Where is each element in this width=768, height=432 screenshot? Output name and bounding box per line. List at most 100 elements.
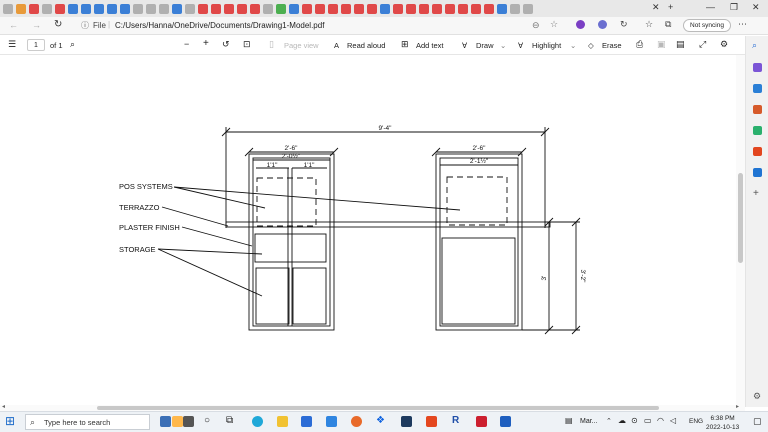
browser-tab[interactable]: [328, 3, 338, 14]
highlight-chevron-icon[interactable]: ⌄: [570, 41, 576, 50]
browser-tab[interactable]: [484, 3, 494, 14]
browser-tab[interactable]: [81, 3, 91, 14]
browser-tab[interactable]: [380, 3, 390, 14]
sidebar-app-icon[interactable]: [753, 84, 762, 93]
office-icon[interactable]: [426, 416, 437, 427]
browser-tab[interactable]: [510, 3, 520, 14]
revit-viewer-icon[interactable]: [500, 416, 511, 427]
horizontal-scroll-thumb[interactable]: [97, 406, 659, 410]
fit-page-icon[interactable]: ⊡: [243, 39, 251, 50]
extension-icon[interactable]: [598, 20, 607, 29]
tray-cloud-icon[interactable]: ☁: [618, 416, 626, 425]
rotate-icon[interactable]: ↺: [222, 39, 230, 50]
zoom-in-icon[interactable]: +: [203, 38, 209, 49]
save-as-icon[interactable]: ▤: [676, 39, 685, 50]
tray-wifi-icon[interactable]: ◠: [657, 416, 664, 425]
contents-icon[interactable]: ☰: [8, 39, 16, 50]
browser-tab[interactable]: [94, 3, 104, 14]
draw-button[interactable]: Draw: [476, 41, 494, 50]
draw-chevron-icon[interactable]: ⌄: [500, 41, 506, 50]
task-view-icon[interactable]: ⧉: [226, 415, 233, 426]
store-icon[interactable]: [301, 416, 312, 427]
browser-tab[interactable]: [42, 3, 52, 14]
vertical-scroll-thumb[interactable]: [738, 173, 743, 263]
fullscreen-icon[interactable]: ⤢: [699, 39, 706, 50]
tray-chevron-icon[interactable]: ⌃: [606, 417, 612, 425]
notifications-icon[interactable]: ▢: [753, 416, 762, 427]
tray-battery-icon[interactable]: ▭: [644, 416, 652, 425]
browser-tab[interactable]: [276, 3, 286, 14]
browser-tab[interactable]: [367, 3, 377, 14]
office-icon[interactable]: [753, 147, 762, 156]
browser-tab[interactable]: [315, 3, 325, 14]
taskbar-search-input[interactable]: Type here to search: [44, 418, 110, 427]
back-icon[interactable]: ←: [9, 20, 18, 30]
refresh-icon[interactable]: ↻: [54, 19, 62, 30]
tray-app-label[interactable]: Mar...: [580, 418, 598, 425]
browser-tab[interactable]: [419, 3, 429, 14]
file-explorer-icon[interactable]: [277, 416, 288, 427]
sync-button[interactable]: Not syncing: [683, 19, 731, 32]
browser-tab[interactable]: [68, 3, 78, 14]
revit-icon[interactable]: R: [452, 415, 459, 426]
edge-icon[interactable]: [252, 416, 263, 427]
browser-tab[interactable]: [250, 3, 260, 14]
print-icon[interactable]: ⎙: [636, 39, 643, 50]
search-icon[interactable]: ⌕: [70, 39, 75, 50]
close-tab-icon[interactable]: ✕: [652, 2, 660, 13]
taskbar-app-icon[interactable]: [172, 416, 183, 427]
firefox-icon[interactable]: [351, 416, 362, 427]
browser-tab[interactable]: [55, 3, 65, 14]
outlook-icon[interactable]: [753, 168, 762, 177]
sidebar-add-icon[interactable]: +: [753, 188, 759, 199]
browser-tab[interactable]: [107, 3, 117, 14]
browser-tab[interactable]: [458, 3, 468, 14]
browser-tab[interactable]: [120, 3, 130, 14]
favorites-icon[interactable]: ☆: [645, 19, 653, 30]
forward-icon[interactable]: →: [32, 20, 41, 30]
browser-tab[interactable]: [185, 3, 195, 14]
tray-network-icon[interactable]: ⊙: [631, 416, 638, 425]
headset-icon[interactable]: [183, 416, 194, 427]
add-text-button[interactable]: Add text: [416, 41, 444, 50]
zoom-icon[interactable]: ⊖: [532, 20, 540, 31]
scroll-left-icon[interactable]: ◂: [2, 403, 5, 410]
browser-tab[interactable]: [406, 3, 416, 14]
browser-tab[interactable]: [393, 3, 403, 14]
sidebar-app-icon[interactable]: [753, 63, 762, 72]
tray-volume-icon[interactable]: ◁: [670, 416, 676, 425]
new-tab-icon[interactable]: +: [668, 2, 673, 12]
settings-gear-icon[interactable]: ⚙: [720, 39, 728, 50]
browser-tab[interactable]: [263, 3, 273, 14]
url-field[interactable]: C:/Users/Hanna/OneDrive/Documents/Drawin…: [115, 21, 324, 30]
browser-tab[interactable]: [211, 3, 221, 14]
browser-tab[interactable]: [146, 3, 156, 14]
taskbar-clock[interactable]: 6:38 PM 2022-10-13: [706, 414, 739, 432]
browser-tab[interactable]: [237, 3, 247, 14]
browser-tab[interactable]: [224, 3, 234, 14]
vertical-scrollbar[interactable]: [736, 55, 745, 407]
taskbar-app-icon[interactable]: [160, 416, 171, 427]
extension-icon[interactable]: ↻: [620, 19, 628, 30]
browser-tab[interactable]: [289, 3, 299, 14]
browser-tab[interactable]: [354, 3, 364, 14]
windows-start-icon[interactable]: ⊞: [5, 414, 15, 428]
browser-tab[interactable]: [497, 3, 507, 14]
extension-icon[interactable]: [576, 20, 585, 29]
browser-tab[interactable]: [159, 3, 169, 14]
scroll-right-icon[interactable]: ▸: [736, 403, 739, 410]
browser-tab[interactable]: [432, 3, 442, 14]
tab-actions-icon[interactable]: [3, 3, 13, 14]
highlight-button[interactable]: Highlight: [532, 41, 561, 50]
read-aloud-button[interactable]: Read aloud: [347, 41, 385, 50]
dropbox-icon[interactable]: ❖: [376, 415, 385, 426]
collections-icon[interactable]: ⧉: [665, 19, 671, 30]
erase-button[interactable]: Erase: [602, 41, 622, 50]
taskbar-search-box[interactable]: ⌕ Type here to search: [25, 414, 150, 430]
browser-tab[interactable]: [172, 3, 182, 14]
page-number-input[interactable]: 1: [27, 39, 45, 51]
cortana-icon[interactable]: ○: [204, 415, 210, 426]
favorite-icon[interactable]: ☆: [550, 19, 558, 30]
browser-tab[interactable]: [302, 3, 312, 14]
zoom-out-icon[interactable]: −: [184, 39, 189, 49]
